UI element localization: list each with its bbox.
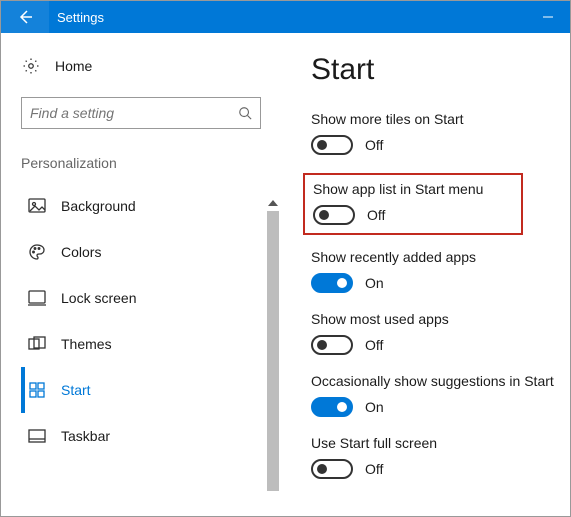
sidebar-item-colors[interactable]: Colors xyxy=(21,229,275,275)
window-controls xyxy=(526,1,570,33)
setting-label: Occasionally show suggestions in Start xyxy=(311,373,558,389)
setting-most-used: Show most used apps Off xyxy=(311,311,558,355)
setting-app-list: Show app list in Start menu Off xyxy=(313,181,513,225)
sidebar-item-label: Colors xyxy=(61,244,101,260)
window-title: Settings xyxy=(49,10,104,25)
themes-icon xyxy=(27,336,47,352)
setting-label: Show more tiles on Start xyxy=(311,111,558,127)
toggle-suggestions[interactable] xyxy=(311,397,353,417)
chevron-up-icon xyxy=(268,200,278,206)
back-arrow-icon xyxy=(16,8,34,26)
taskbar-icon xyxy=(27,429,47,443)
back-button[interactable] xyxy=(1,1,49,33)
toggle-state: Off xyxy=(367,207,385,223)
sidebar-item-start[interactable]: Start xyxy=(21,367,275,413)
setting-label: Show app list in Start menu xyxy=(313,181,513,197)
sidebar-item-themes[interactable]: Themes xyxy=(21,321,275,367)
search-icon xyxy=(238,106,252,120)
toggle-recently-added[interactable] xyxy=(311,273,353,293)
toggle-state: Off xyxy=(365,461,383,477)
setting-label: Use Start full screen xyxy=(311,435,558,451)
home-label: Home xyxy=(55,58,92,74)
main-panel: Start Show more tiles on Start Off Show … xyxy=(281,33,570,516)
sidebar-scrollbar[interactable] xyxy=(265,211,281,516)
highlighted-setting: Show app list in Start menu Off xyxy=(303,173,523,235)
scrollbar-thumb[interactable] xyxy=(267,211,279,491)
toggle-state: On xyxy=(365,399,384,415)
gear-icon xyxy=(21,57,41,75)
toggle-state: Off xyxy=(365,337,383,353)
lock-screen-icon xyxy=(27,290,47,306)
toggle-state: Off xyxy=(365,137,383,153)
content-area: Home Personalization Background Colors xyxy=(1,33,570,516)
start-icon xyxy=(27,382,47,398)
sidebar-item-label: Themes xyxy=(61,336,112,352)
sidebar: Home Personalization Background Colors xyxy=(1,33,281,516)
setting-more-tiles: Show more tiles on Start Off xyxy=(311,111,558,155)
toggle-full-screen[interactable] xyxy=(311,459,353,479)
setting-label: Show recently added apps xyxy=(311,249,558,265)
search-box[interactable] xyxy=(21,97,261,129)
sidebar-section-label: Personalization xyxy=(21,155,275,171)
sidebar-item-label: Taskbar xyxy=(61,428,110,444)
setting-suggestions: Occasionally show suggestions in Start O… xyxy=(311,373,558,417)
search-input[interactable] xyxy=(30,105,238,121)
setting-full-screen: Use Start full screen Off xyxy=(311,435,558,479)
home-nav[interactable]: Home xyxy=(21,53,275,79)
toggle-most-used[interactable] xyxy=(311,335,353,355)
minimize-icon xyxy=(543,12,553,22)
toggle-more-tiles[interactable] xyxy=(311,135,353,155)
minimize-button[interactable] xyxy=(526,1,570,33)
scroll-up-button[interactable] xyxy=(265,195,281,211)
toggle-app-list[interactable] xyxy=(313,205,355,225)
sidebar-item-label: Lock screen xyxy=(61,290,136,306)
setting-label: Show most used apps xyxy=(311,311,558,327)
palette-icon xyxy=(27,243,47,261)
toggle-state: On xyxy=(365,275,384,291)
sidebar-item-label: Background xyxy=(61,198,136,214)
sidebar-item-taskbar[interactable]: Taskbar xyxy=(21,413,275,459)
sidebar-item-label: Start xyxy=(61,382,91,398)
setting-recently-added: Show recently added apps On xyxy=(311,249,558,293)
titlebar: Settings xyxy=(1,1,570,33)
picture-icon xyxy=(27,198,47,214)
sidebar-item-background[interactable]: Background xyxy=(21,183,275,229)
sidebar-item-lock-screen[interactable]: Lock screen xyxy=(21,275,275,321)
page-title: Start xyxy=(311,53,558,87)
